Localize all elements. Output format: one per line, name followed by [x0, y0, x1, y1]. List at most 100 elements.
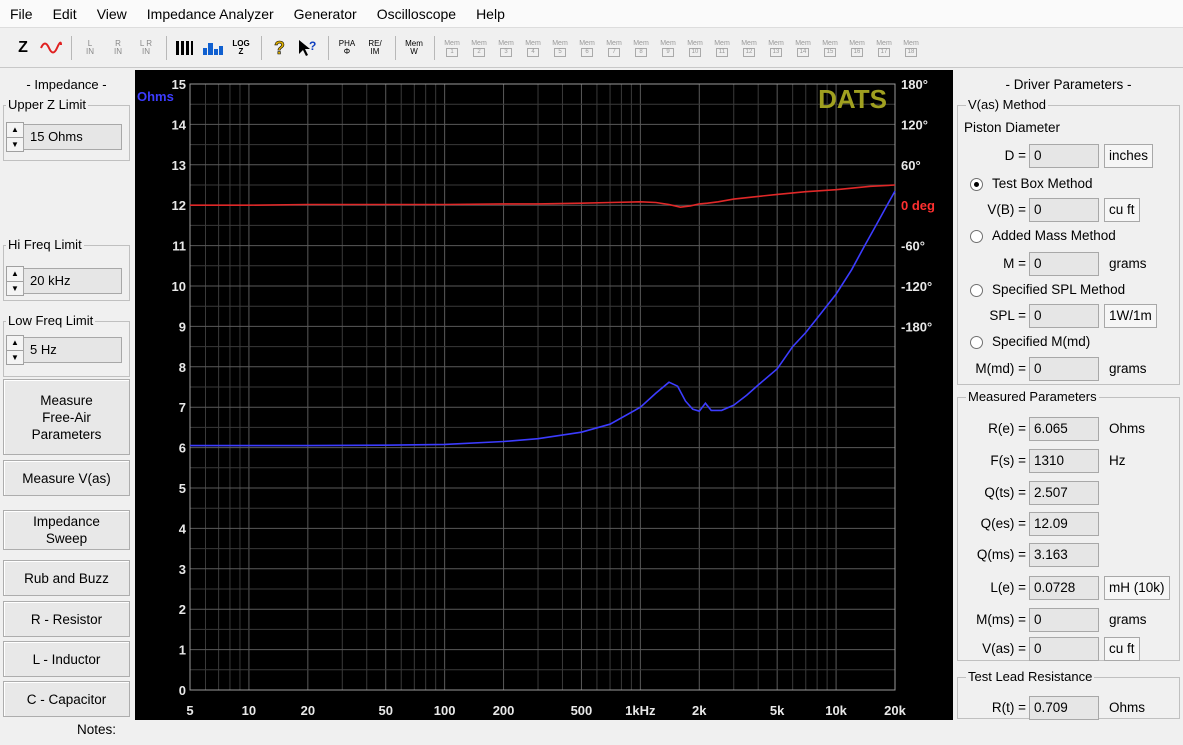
- real-imag-button[interactable]: RE/ IM: [362, 35, 388, 61]
- resistor-button[interactable]: R - Resistor: [3, 601, 130, 637]
- memory-slot-label: Mem: [525, 39, 541, 47]
- memory-slot-15-button[interactable]: Mem 15: [818, 35, 842, 61]
- test-box-radio[interactable]: [970, 178, 983, 191]
- left-input-button[interactable]: L IN: [77, 35, 103, 61]
- memory-slot-10-button[interactable]: Mem 10: [683, 35, 707, 61]
- spin-up-icon[interactable]: ▲: [7, 336, 23, 350]
- right-input-button[interactable]: R IN: [105, 35, 131, 61]
- measure-vas-button[interactable]: Measure V(as): [3, 460, 130, 496]
- memory-slot-14-button[interactable]: Mem 14: [791, 35, 815, 61]
- memory-slot-5-button[interactable]: Mem 5: [548, 35, 572, 61]
- memory-slot-number: 14: [797, 47, 809, 57]
- spin-up-icon[interactable]: ▲: [7, 267, 23, 281]
- menu-edit[interactable]: Edit: [43, 0, 87, 28]
- low-freq-value[interactable]: 5 Hz: [23, 337, 122, 363]
- le-unit[interactable]: mH (10k): [1104, 576, 1170, 600]
- upper-z-value[interactable]: 15 Ohms: [23, 124, 122, 150]
- spin-down-icon[interactable]: ▼: [7, 350, 23, 364]
- rt-field[interactable]: 0.709: [1029, 696, 1099, 720]
- memory-slot-13-button[interactable]: Mem 13: [764, 35, 788, 61]
- spl-unit[interactable]: 1W/1m: [1104, 304, 1157, 328]
- log-scale-button[interactable]: LOG Z: [228, 35, 254, 61]
- mmd-method-radio[interactable]: [970, 336, 983, 349]
- added-mass-label[interactable]: Added Mass Method: [992, 228, 1116, 243]
- qts-label: Q(ts) =: [984, 485, 1026, 500]
- context-help-icon[interactable]: ?: [295, 35, 321, 61]
- help-icon[interactable]: ?: [267, 35, 293, 61]
- menu-impedance-analyzer[interactable]: Impedance Analyzer: [137, 0, 284, 28]
- memory-slot-number: 12: [743, 47, 755, 57]
- memory-slot-3-button[interactable]: Mem 3: [494, 35, 518, 61]
- rt-unit: Ohms: [1109, 700, 1146, 715]
- d-unit[interactable]: inches: [1104, 144, 1154, 168]
- mms-unit: grams: [1109, 612, 1147, 627]
- memory-slot-9-button[interactable]: Mem 9: [656, 35, 680, 61]
- menu-generator[interactable]: Generator: [284, 0, 367, 28]
- memory-slot-4-button[interactable]: Mem 4: [521, 35, 545, 61]
- x-tick-label: 100: [434, 703, 456, 718]
- mmd-field[interactable]: 0: [1029, 357, 1099, 381]
- spin-down-icon[interactable]: ▼: [7, 281, 23, 295]
- inductor-button[interactable]: L - Inductor: [3, 641, 130, 677]
- vb-label: V(B) =: [987, 202, 1026, 217]
- grid-lines-icon[interactable]: [172, 35, 198, 61]
- m-field[interactable]: 0: [1029, 252, 1099, 276]
- hi-freq-value[interactable]: 20 kHz: [23, 268, 122, 294]
- upper-z-spinner[interactable]: ▲ ▼: [6, 122, 24, 152]
- vb-unit[interactable]: cu ft: [1104, 198, 1140, 222]
- low-freq-spinner[interactable]: ▲ ▼: [6, 335, 24, 365]
- spl-field[interactable]: 0: [1029, 304, 1099, 328]
- rub-and-buzz-button[interactable]: Rub and Buzz: [3, 560, 130, 596]
- menu-file[interactable]: File: [0, 0, 43, 28]
- capacitor-button[interactable]: C - Capacitor: [3, 681, 130, 717]
- memory-slot-number: 1: [446, 47, 458, 57]
- memory-slot-1-button[interactable]: Mem 1: [440, 35, 464, 61]
- memory-slot-label: Mem: [444, 39, 460, 47]
- vb-field[interactable]: 0: [1029, 198, 1099, 222]
- phase-button[interactable]: PHA Φ: [334, 35, 360, 61]
- mmd-method-label[interactable]: Specified M(md): [992, 334, 1090, 349]
- vas-unit[interactable]: cu ft: [1104, 637, 1140, 661]
- memory-slot-label: Mem: [714, 39, 730, 47]
- memory-slot-2-button[interactable]: Mem 2: [467, 35, 491, 61]
- spl-method-label[interactable]: Specified SPL Method: [992, 282, 1125, 297]
- bar-graph-icon[interactable]: [200, 35, 226, 61]
- d-field[interactable]: 0: [1029, 144, 1099, 168]
- impedance-sweep-button[interactable]: Impedance Sweep: [3, 510, 130, 550]
- memory-slot-number: 13: [770, 47, 782, 57]
- menu-help[interactable]: Help: [466, 0, 515, 28]
- x-tick-label: 5k: [770, 703, 785, 718]
- spin-up-icon[interactable]: ▲: [7, 123, 23, 137]
- mms-label: M(ms) =: [976, 612, 1026, 627]
- re-field: 6.065: [1029, 417, 1099, 441]
- qms-field: 3.163: [1029, 543, 1099, 567]
- m-label: M =: [1003, 256, 1026, 271]
- driver-parameters-title: - Driver Parameters -: [1005, 77, 1132, 92]
- menu-view[interactable]: View: [87, 0, 137, 28]
- hi-freq-spinner[interactable]: ▲ ▼: [6, 266, 24, 296]
- impedance-mode-button[interactable]: Z: [10, 35, 36, 61]
- generator-sine-icon[interactable]: [38, 35, 64, 61]
- memory-slot-number: 6: [581, 47, 593, 57]
- memory-slot-6-button[interactable]: Mem 6: [575, 35, 599, 61]
- memory-slot-18-button[interactable]: Mem 18: [899, 35, 923, 61]
- spin-down-icon[interactable]: ▼: [7, 137, 23, 151]
- both-inputs-button[interactable]: L R IN: [133, 35, 159, 61]
- menu-oscilloscope[interactable]: Oscilloscope: [367, 0, 466, 28]
- memory-slot-11-button[interactable]: Mem 11: [710, 35, 734, 61]
- x-tick-label: 1kHz: [625, 703, 656, 718]
- memory-write-button[interactable]: Mem W: [401, 35, 427, 61]
- y-tick-label: 10: [172, 279, 186, 294]
- memory-slot-17-button[interactable]: Mem 17: [872, 35, 896, 61]
- memory-slot-8-button[interactable]: Mem 8: [629, 35, 653, 61]
- measure-free-air-button[interactable]: Measure Free-Air Parameters: [3, 379, 130, 455]
- y2-tick-label: -60°: [901, 239, 925, 254]
- memory-slot-16-button[interactable]: Mem 16: [845, 35, 869, 61]
- impedance-graph[interactable]: 0 1 2 3 4 5 6 7 8 9 10 11 12 13 14 15 Ohms 180° 120° 60° 0 d…: [135, 70, 953, 720]
- memory-slot-7-button[interactable]: Mem 7: [602, 35, 626, 61]
- y2-tick-label: 120°: [901, 117, 928, 132]
- test-box-label[interactable]: Test Box Method: [992, 176, 1093, 191]
- added-mass-radio[interactable]: [970, 230, 983, 243]
- memory-slot-12-button[interactable]: Mem 12: [737, 35, 761, 61]
- spl-method-radio[interactable]: [970, 284, 983, 297]
